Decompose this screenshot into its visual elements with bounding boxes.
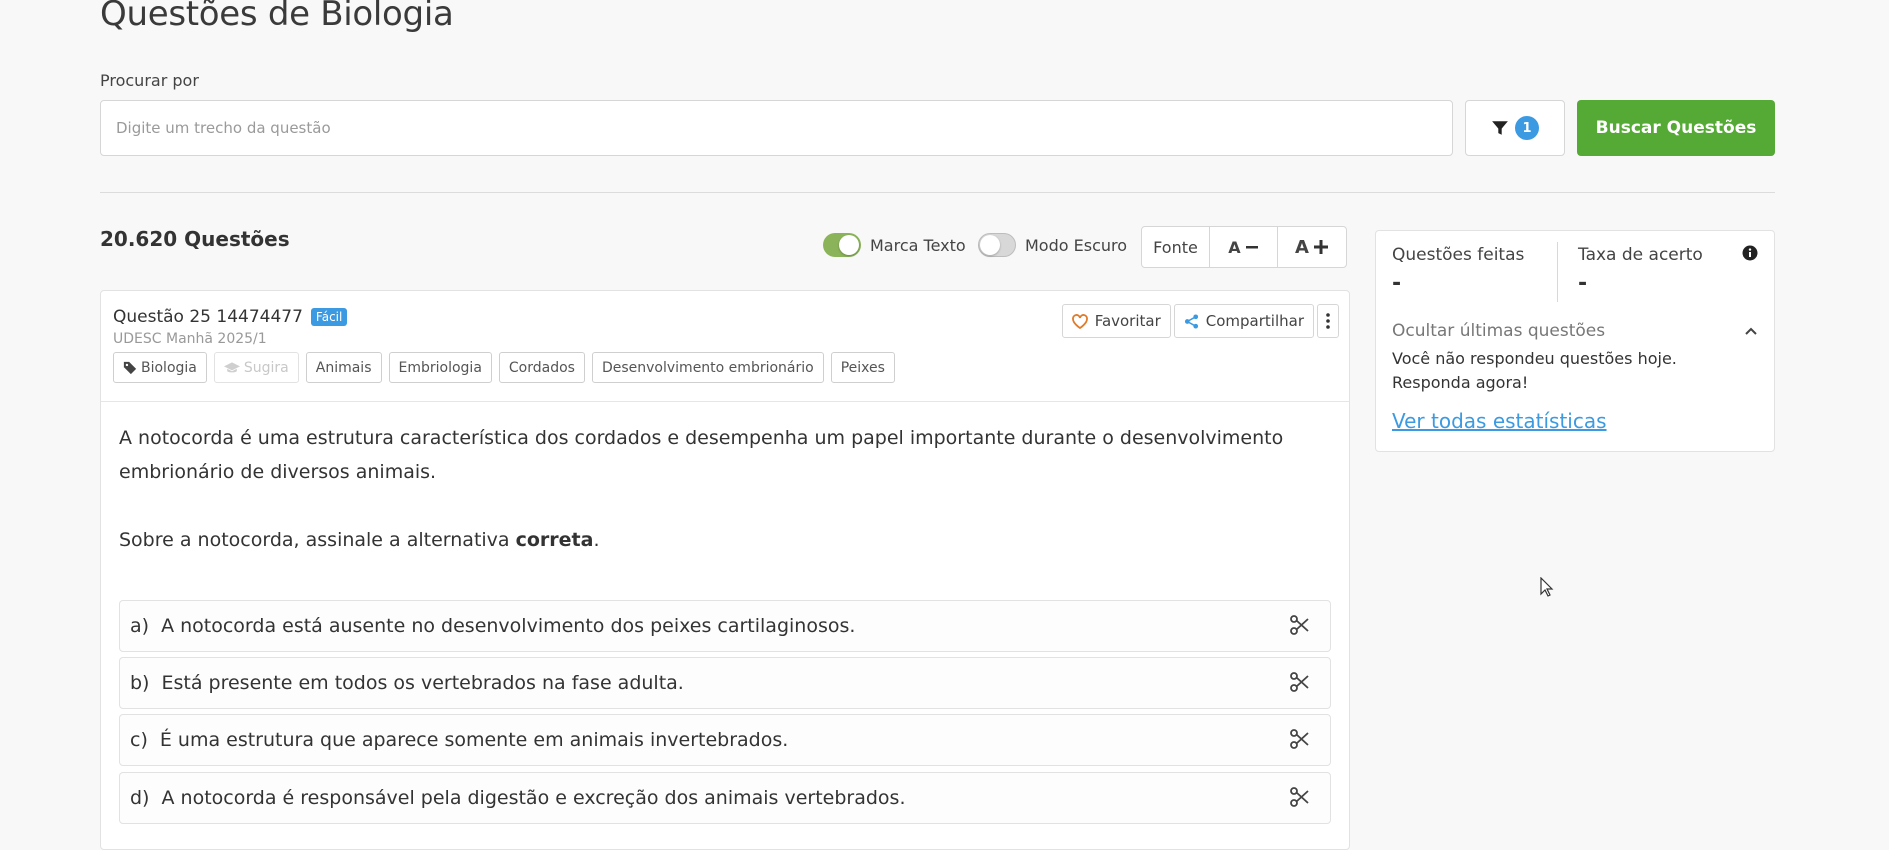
favorite-button[interactable]: Favoritar — [1061, 304, 1171, 338]
scissors-icon[interactable] — [1290, 615, 1310, 635]
font-increase-button[interactable]: A — [1278, 227, 1346, 267]
stats-panel: Questões feitas - Taxa de acerto - Ocult… — [1375, 230, 1775, 452]
more-options-button[interactable] — [1317, 304, 1339, 338]
dark-mode-label: Modo Escuro — [1025, 235, 1128, 255]
tag-desenvolvimento-embrionario[interactable]: Desenvolvimento embrionário — [591, 352, 824, 383]
question-title: Questão 25 14474477 — [113, 307, 303, 327]
filter-button[interactable]: 1 — [1465, 100, 1565, 156]
graduation-cap-icon — [223, 361, 240, 372]
filter-icon — [1492, 121, 1508, 135]
font-decrease-letter: A — [1228, 237, 1241, 257]
tag-biologia[interactable]: Biologia — [113, 352, 207, 383]
alternative-a[interactable]: a) A notocorda está ausente no desenvolv… — [119, 600, 1331, 652]
font-increase-letter: A — [1295, 236, 1309, 258]
share-icon — [1184, 313, 1198, 329]
tag-animais[interactable]: Animais — [305, 352, 382, 383]
accuracy-label: Taxa de acerto — [1578, 245, 1703, 265]
share-button[interactable]: Compartilhar — [1173, 304, 1314, 338]
tag-list: Biologia Sugira Animais Embriologia Cord… — [113, 352, 895, 383]
search-input[interactable] — [100, 100, 1453, 156]
vertical-dots-icon — [1326, 313, 1330, 329]
minus-icon — [1245, 246, 1258, 249]
question-card: Questão 25 14474477 Fácil UDESC Manhã 20… — [100, 290, 1350, 850]
highlight-toggle[interactable]: Marca Texto — [823, 233, 966, 257]
tag-peixes[interactable]: Peixes — [830, 352, 895, 383]
statement-paragraph-1: A notocorda é uma estrutura característi… — [119, 427, 1284, 483]
tag-cordados[interactable]: Cordados — [498, 352, 585, 383]
tag-embriologia[interactable]: Embriologia — [388, 352, 492, 383]
scissors-icon[interactable] — [1290, 672, 1310, 692]
highlight-label: Marca Texto — [870, 235, 966, 255]
filter-count-badge: 1 — [1515, 116, 1539, 140]
alternative-b[interactable]: b) Está presente em todos os vertebrados… — [119, 657, 1331, 709]
heart-icon — [1071, 313, 1088, 329]
scissors-icon[interactable] — [1290, 787, 1310, 807]
tag-icon — [123, 361, 137, 374]
search-questions-button[interactable]: Buscar Questões — [1577, 100, 1775, 156]
statement-paragraph-2: Sobre a notocorda, assinale a alternativ… — [119, 529, 600, 551]
font-label: Fonte — [1142, 227, 1210, 267]
scissors-icon[interactable] — [1290, 729, 1310, 749]
page-title: Questões de Biologia — [100, 0, 454, 34]
divider — [100, 192, 1775, 193]
info-icon[interactable] — [1742, 245, 1758, 261]
no-answers-message: Você não respondeu questões hoje. Respon… — [1392, 349, 1677, 392]
question-actions: Favoritar Compartilhar — [1061, 304, 1339, 338]
search-label: Procurar por — [100, 71, 199, 90]
question-count: 20.620 Questões — [100, 227, 290, 251]
all-stats-link[interactable]: Ver todas estatísticas — [1392, 409, 1607, 433]
hide-last-questions-toggle[interactable]: Ocultar últimas questões — [1392, 321, 1605, 341]
alternative-d[interactable]: d) A notocorda é responsável pela digest… — [119, 772, 1331, 824]
chevron-up-icon[interactable] — [1744, 326, 1758, 336]
questions-done-value: - — [1392, 271, 1402, 296]
font-size-controls: Fonte A A — [1141, 226, 1347, 268]
mouse-cursor-icon — [1540, 577, 1554, 597]
stats-divider — [1557, 242, 1558, 302]
question-header: Questão 25 14474477 Fácil — [113, 307, 348, 327]
plus-icon — [1313, 240, 1328, 254]
question-exam: UDESC Manhã 2025/1 — [113, 331, 267, 347]
questions-done-label: Questões feitas — [1392, 245, 1525, 265]
question-separator — [101, 401, 1349, 402]
font-decrease-button[interactable]: A — [1210, 227, 1278, 267]
dark-mode-toggle[interactable]: Modo Escuro — [978, 233, 1127, 257]
tag-suggest[interactable]: Sugira — [213, 352, 299, 383]
alternative-c[interactable]: c) É uma estrutura que aparece somente e… — [119, 714, 1331, 766]
dark-mode-switch[interactable] — [978, 233, 1016, 257]
accuracy-value: - — [1578, 271, 1588, 296]
question-statement: A notocorda é uma estrutura característi… — [119, 421, 1299, 557]
highlight-switch[interactable] — [823, 233, 861, 257]
difficulty-badge: Fácil — [310, 308, 348, 326]
